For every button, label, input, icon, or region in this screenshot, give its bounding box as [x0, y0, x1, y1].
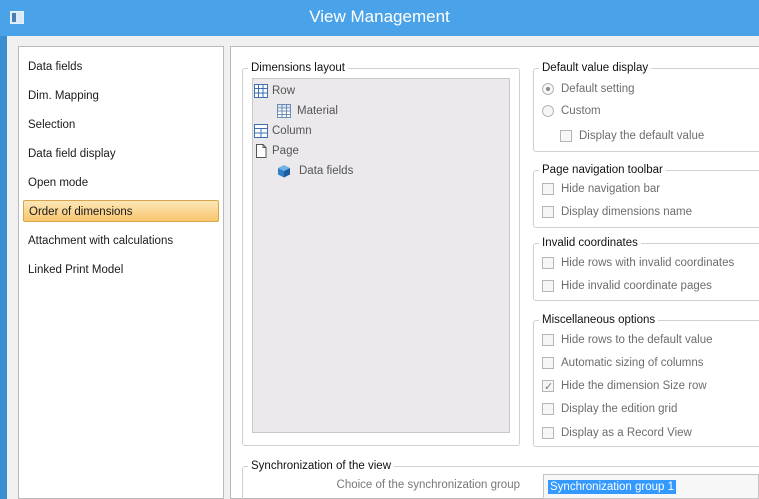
- nav-item-data-fields[interactable]: Data fields: [23, 56, 219, 78]
- nav-item-data-field-display[interactable]: Data field display: [23, 143, 219, 165]
- checkbox: [542, 280, 554, 292]
- checkbox: [542, 257, 554, 269]
- checkbox: [560, 130, 572, 142]
- miscellaneous-options-title: Miscellaneous options: [539, 313, 659, 327]
- synchronization-group-value: Synchronization group 1: [548, 480, 677, 494]
- radio-selected: [542, 83, 554, 95]
- settings-nav: Data fields Dim. Mapping Selection Data …: [18, 46, 224, 499]
- checkbox-checked: [542, 378, 554, 396]
- tree-node-label: Row: [272, 85, 296, 97]
- tree-node-label: Column: [272, 125, 312, 137]
- default-value-display-title: Default value display: [539, 61, 652, 75]
- checkbox: [542, 427, 554, 439]
- tree-node-label: Data fields: [299, 165, 354, 177]
- title-bar: View Management: [0, 0, 759, 36]
- nav-item-selection[interactable]: Selection: [23, 114, 219, 136]
- option-label: Display dimensions name: [561, 206, 693, 218]
- option-label: Display the edition grid: [561, 403, 678, 415]
- checkbox: [542, 357, 554, 369]
- option-label: Display as a Record View: [561, 427, 692, 439]
- option-label: Hide the dimension Size row: [561, 380, 707, 392]
- nav-item-open-mode[interactable]: Open mode: [23, 172, 219, 194]
- dimensions-tree[interactable]: Row Material Column Page Data fields: [252, 78, 510, 433]
- synchronization-group-label: Choice of the synchronization group: [336, 479, 520, 491]
- radio-unselected: [542, 105, 554, 117]
- cube-icon: [278, 165, 290, 178]
- checkbox: [542, 403, 554, 415]
- nav-item-linked-print-model[interactable]: Linked Print Model: [23, 259, 219, 281]
- option-label: Hide rows with invalid coordinates: [561, 257, 735, 269]
- option-label: Default setting: [561, 83, 635, 95]
- invalid-coordinates-title: Invalid coordinates: [539, 236, 641, 250]
- option-label: Display the default value: [579, 130, 705, 142]
- checkbox: [542, 183, 554, 195]
- option-label: Hide rows to the default value: [561, 334, 713, 346]
- synchronization-group-select[interactable]: Synchronization group 1: [543, 474, 759, 499]
- table-icon: [277, 104, 291, 118]
- page-navigation-title: Page navigation toolbar: [539, 163, 666, 177]
- synchronization-title: Synchronization of the view: [248, 459, 394, 473]
- tree-node-label: Page: [272, 145, 299, 157]
- option-label: Custom: [561, 105, 601, 117]
- option-label: Hide navigation bar: [561, 183, 661, 195]
- tree-node-label: Material: [297, 105, 338, 117]
- option-label: Automatic sizing of columns: [561, 357, 704, 369]
- checkbox: [542, 206, 554, 218]
- nav-item-dim-mapping[interactable]: Dim. Mapping: [23, 85, 219, 107]
- checkbox: [542, 334, 554, 346]
- column-grid-icon: [254, 124, 268, 138]
- nav-item-attachment-with-calculations[interactable]: Attachment with calculations: [23, 230, 219, 252]
- nav-item-order-of-dimensions[interactable]: Order of dimensions: [23, 200, 219, 222]
- dimensions-layout-title: Dimensions layout: [248, 61, 348, 75]
- page-icon: [256, 144, 267, 158]
- option-label: Hide invalid coordinate pages: [561, 280, 712, 292]
- window-title: View Management: [309, 7, 450, 26]
- row-grid-icon: [254, 84, 268, 98]
